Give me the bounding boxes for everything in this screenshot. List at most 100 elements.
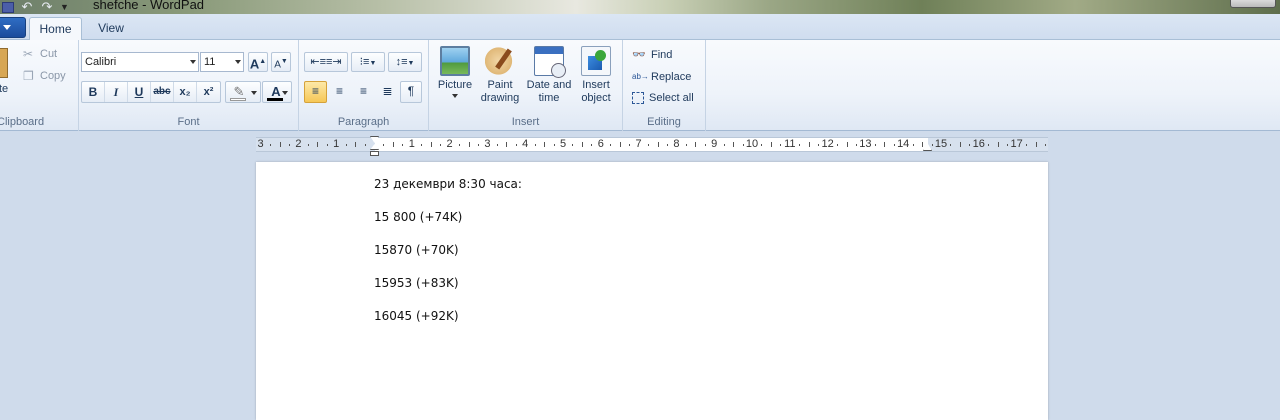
font-format-buttons: B I U abc x₂ x²: [81, 81, 221, 103]
customize-toolbar-icon[interactable]: ▼: [60, 2, 70, 13]
app-menu-button[interactable]: [0, 17, 26, 38]
ruler-tick: [288, 144, 290, 146]
scissors-icon: ✂: [23, 47, 34, 61]
italic-button[interactable]: I: [105, 82, 128, 102]
align-center-button[interactable]: ≡: [328, 81, 351, 103]
copy-button[interactable]: ❐ Copy: [23, 70, 66, 82]
ruler-number: 12: [821, 138, 834, 150]
document-line[interactable]: 15953 (+83K): [374, 276, 459, 290]
shrink-font-button[interactable]: A▼: [271, 52, 291, 72]
chevron-down-icon: [3, 25, 11, 30]
object-label-line1: Insert: [582, 79, 610, 91]
document-line[interactable]: 23 декември 8:30 часа:: [374, 177, 522, 191]
undo-icon[interactable]: ↶: [20, 0, 34, 13]
ruler-area: 3 2 1 1 2 3 4 5 6 7 8 9 10 11 12 13 14 15 16 17: [0, 131, 1280, 158]
subscript-button[interactable]: x₂: [174, 82, 197, 102]
ruler-tick: [591, 144, 593, 146]
date-label-line2: time: [538, 92, 560, 104]
left-indent-marker[interactable]: [370, 151, 379, 156]
ruler-tick: [893, 144, 895, 146]
indent-buttons[interactable]: ⇤≡≡⇥: [304, 52, 348, 72]
ruler-number: 9: [711, 138, 718, 150]
save-icon[interactable]: [2, 1, 14, 13]
ruler-tick: [666, 144, 668, 146]
align-right-icon: ≡: [359, 84, 367, 98]
ruler-tick: [317, 142, 319, 147]
ruler-number: 5: [559, 138, 567, 150]
align-left-button[interactable]: ≡: [304, 81, 327, 103]
bullet-list-icon: ⁝≡: [359, 56, 370, 68]
ruler-tick: [808, 142, 810, 147]
superscript-button[interactable]: x²: [197, 82, 220, 102]
bold-button[interactable]: B: [82, 82, 105, 102]
copy-icon: ❐: [23, 69, 34, 83]
grow-font-button[interactable]: A▲: [248, 52, 268, 72]
ruler-tick: [355, 142, 357, 147]
cut-button[interactable]: ✂ Cut: [23, 48, 57, 60]
highlight-color-button[interactable]: ✎: [225, 81, 261, 103]
document-line[interactable]: 15 800 (+74K): [374, 210, 462, 224]
ruler-tick: [997, 142, 999, 147]
line-spacing-button[interactable]: ↕≡▼: [388, 52, 422, 72]
insert-object-button[interactable]: Insert object: [575, 46, 617, 105]
ruler-tick: [421, 144, 423, 146]
tab-home[interactable]: Home: [29, 17, 82, 41]
ruler-number: 3: [484, 138, 491, 150]
align-right-button[interactable]: ≡: [352, 81, 375, 103]
font-size-select[interactable]: 11: [200, 52, 244, 72]
paste-icon[interactable]: [0, 48, 8, 78]
redo-icon[interactable]: ↷: [40, 0, 54, 13]
tab-view[interactable]: View: [86, 17, 136, 41]
object-label-line2: object: [581, 92, 611, 104]
ruler[interactable]: 3 2 1 1 2 3 4 5 6 7 8 9 10 11 12 13 14 15 16 17: [256, 136, 1048, 156]
chevron-down-icon: [452, 94, 458, 98]
justify-button[interactable]: ≣: [376, 81, 399, 103]
ruler-tick: [279, 142, 281, 147]
text-color-button[interactable]: A: [262, 81, 292, 103]
window-controls[interactable]: [1230, 0, 1276, 8]
paragraph-group: ⇤≡≡⇥ ⁝≡▼ ↕≡▼ ≡ ≡ ≡ ≣ ¶ Paragraph: [299, 40, 429, 131]
highlight-color-swatch: [230, 98, 246, 101]
ruler-tick: [723, 144, 725, 146]
ruler-number: 14: [897, 138, 910, 150]
ruler-tick: [874, 144, 876, 146]
ruler-tick: [761, 144, 763, 146]
ruler-tick: [1026, 144, 1028, 146]
clipboard-group: te ✂ Cut ❐ Copy Clipboard: [0, 40, 79, 131]
paint-drawing-button[interactable]: Paint drawing: [477, 46, 523, 105]
select-all-button[interactable]: Select all: [632, 92, 694, 104]
quick-access-toolbar: ↶ ↷ ▼: [2, 0, 70, 14]
ruler-tick: [846, 142, 848, 147]
ruler-tick: [270, 144, 272, 146]
paragraph-settings-button[interactable]: ¶: [400, 81, 422, 103]
font-group-label: Font: [177, 116, 200, 128]
cut-label: Cut: [40, 48, 58, 60]
ruler-tick: [950, 144, 952, 146]
ruler-number: 1: [408, 138, 415, 150]
chevron-down-icon: [190, 60, 196, 64]
paste-button[interactable]: te: [0, 83, 8, 95]
ruler-tick: [657, 142, 659, 147]
document-line[interactable]: 16045 (+92K): [374, 309, 459, 323]
strikethrough-button[interactable]: abc: [151, 82, 174, 102]
ruler-number: 8: [673, 138, 680, 150]
underline-button[interactable]: U: [128, 82, 151, 102]
bullets-button[interactable]: ⁝≡▼: [351, 52, 385, 72]
date-time-button[interactable]: Date and time: [525, 46, 573, 105]
insert-picture-button[interactable]: Picture: [434, 46, 476, 98]
replace-button[interactable]: ab→ Replace: [632, 70, 691, 84]
picture-label: Picture: [437, 79, 473, 91]
ruler-tick: [430, 142, 432, 147]
find-button[interactable]: 👓 Find: [632, 48, 672, 62]
paint-palette-icon: [485, 46, 515, 76]
increase-indent-icon[interactable]: ≡⇥: [326, 56, 342, 68]
document-page[interactable]: 23 декември 8:30 часа: 15 800 (+74K) 158…: [256, 162, 1048, 420]
decrease-indent-icon[interactable]: ⇤≡: [310, 56, 326, 68]
object-icon: [581, 46, 611, 76]
document-line[interactable]: 15870 (+70K): [374, 243, 459, 257]
line-spacing-icon: ↕≡: [395, 56, 408, 68]
grow-font-icon: A: [249, 56, 260, 72]
ruler-tick: [345, 144, 347, 146]
font-family-select[interactable]: Calibri: [81, 52, 199, 72]
editing-group-label: Editing: [647, 116, 681, 128]
